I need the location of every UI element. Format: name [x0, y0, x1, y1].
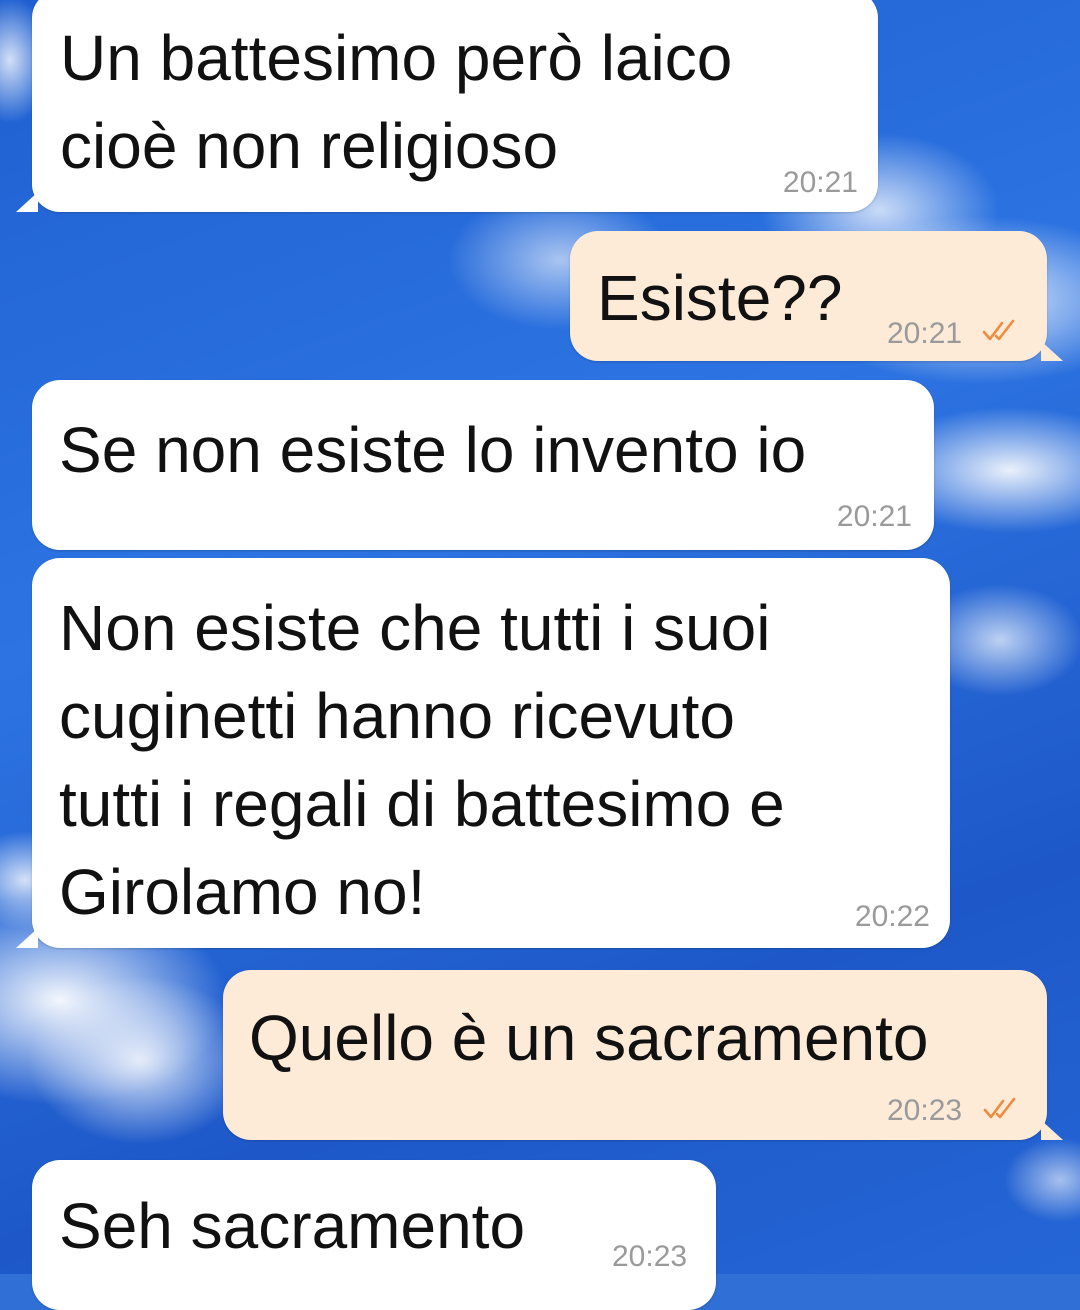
double-check-icon — [982, 319, 1015, 341]
message-text: Se non esiste lo invento io — [59, 414, 807, 486]
message-timestamp: 20:23 — [612, 1240, 688, 1273]
double-check-icon — [983, 1097, 1016, 1119]
message-text: Un battesimo però laico cioè non religio… — [60, 22, 733, 182]
message-text: Non esiste che tutti i suoi cuginetti ha… — [59, 592, 785, 928]
message-timestamp: 20:23 — [887, 1094, 963, 1127]
message-bubble-incoming[interactable]: Se non esiste lo invento io 20:21 — [32, 380, 934, 550]
message-text: Quello è un sacramento — [249, 1002, 929, 1074]
message-text: Seh sacramento — [59, 1190, 526, 1262]
message-timestamp: 20:21 — [782, 166, 858, 199]
message-timestamp: 20:22 — [854, 900, 930, 933]
message-bubble-incoming[interactable]: Seh sacramento 20:23 — [32, 1160, 716, 1310]
message-bubble-incoming[interactable]: Non esiste che tutti i suoi cuginetti ha… — [16, 558, 950, 948]
message-timestamp: 20:21 — [887, 317, 963, 350]
message-bubble-incoming[interactable]: Un battesimo però laico cioè non religio… — [16, 0, 878, 212]
message-bubble-outgoing[interactable]: Quello è un sacramento 20:23 — [223, 970, 1063, 1140]
message-text: Esiste?? — [597, 262, 843, 334]
message-bubble-outgoing[interactable]: Esiste?? 20:21 — [570, 231, 1063, 361]
message-timestamp: 20:21 — [836, 500, 912, 533]
